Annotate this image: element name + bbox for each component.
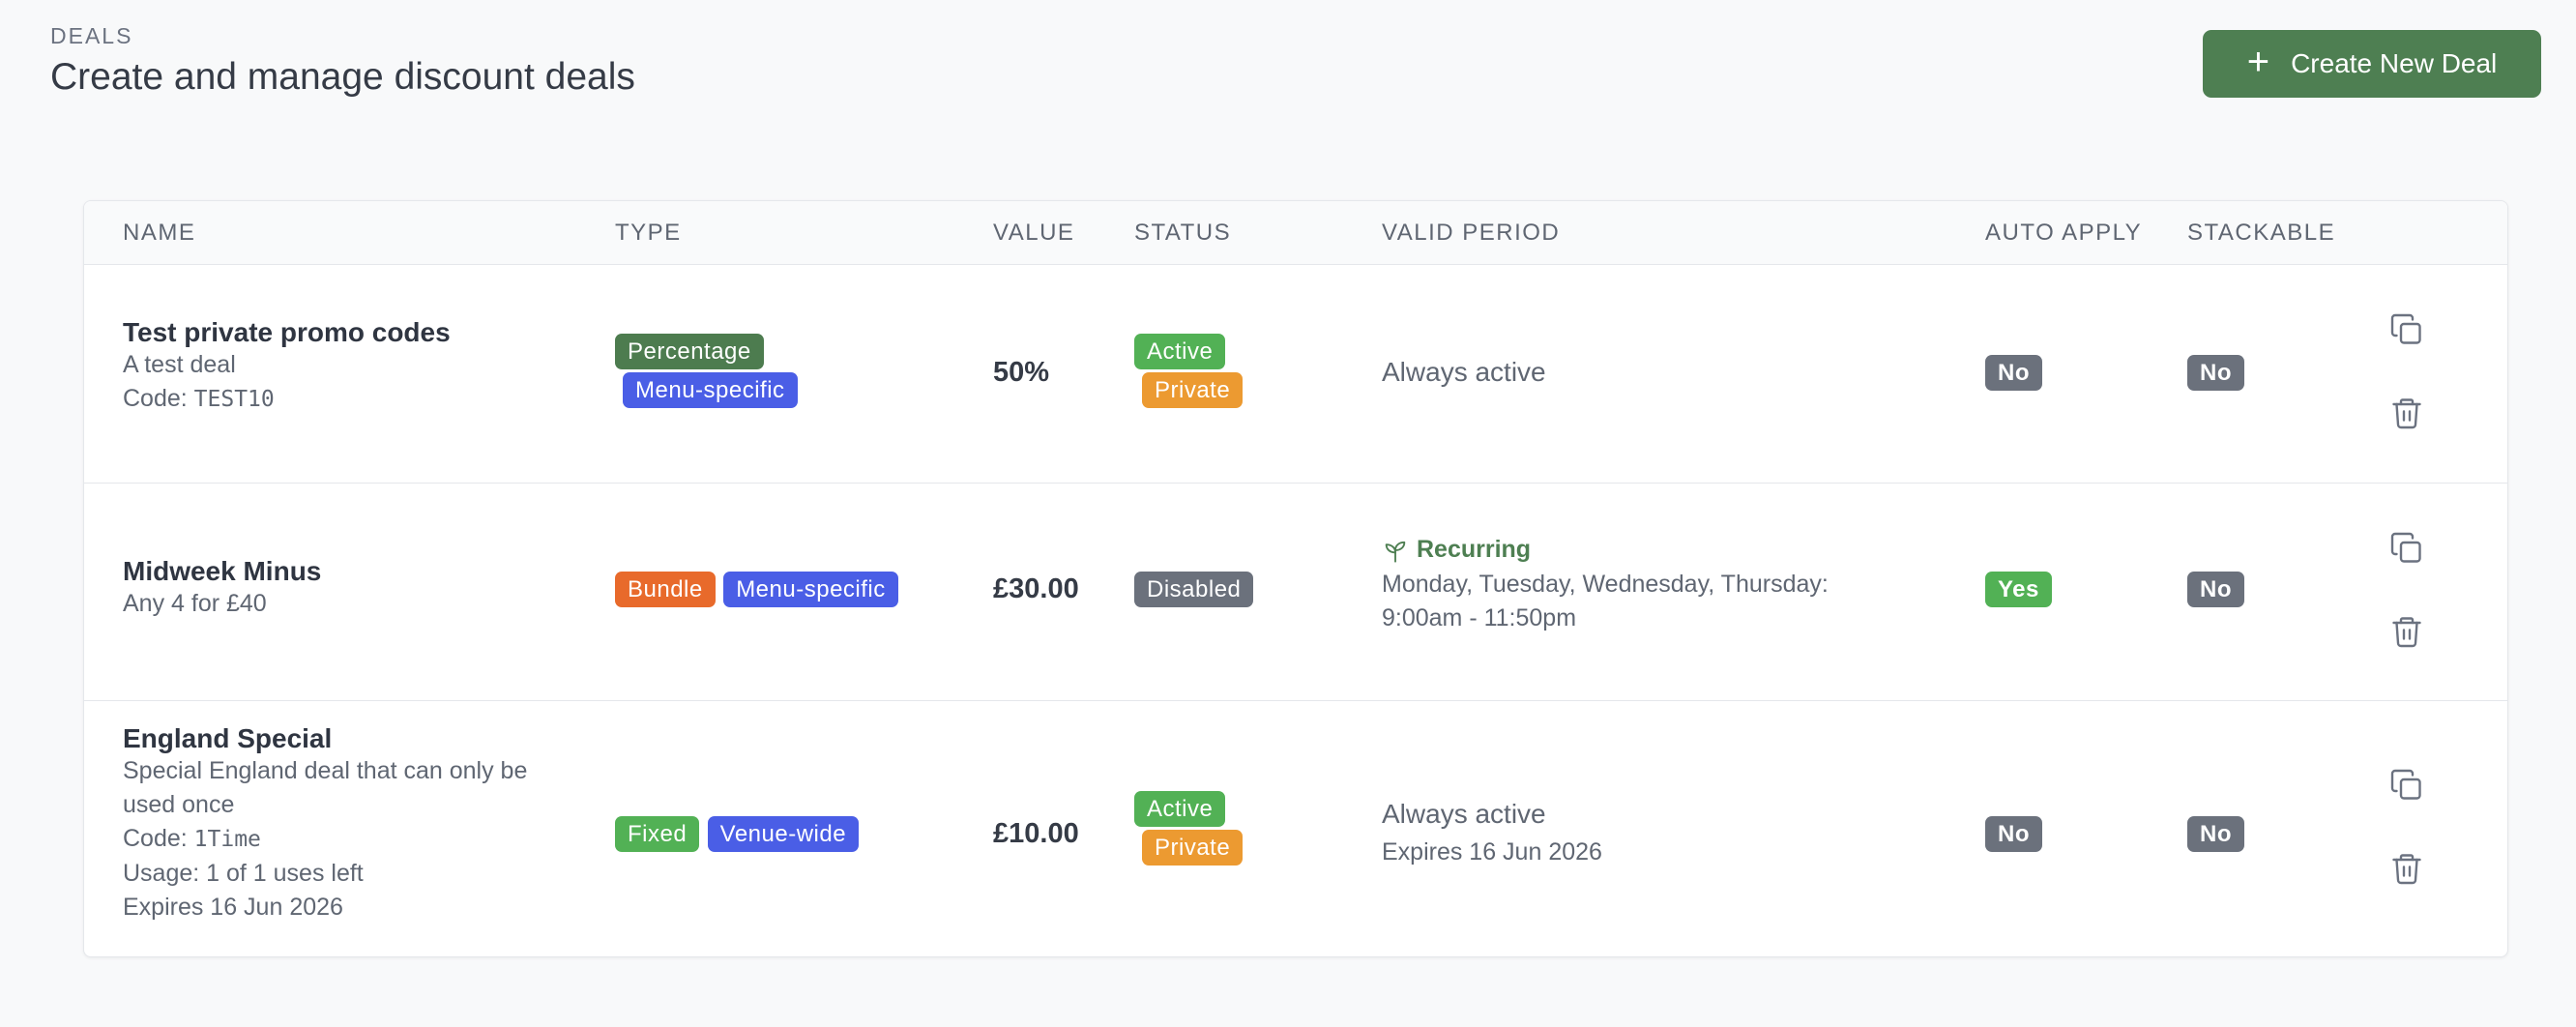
page-title: Create and manage discount deals — [50, 56, 635, 98]
deal-name: Test private promo codes — [123, 317, 451, 347]
status-badge-active: Active — [1134, 791, 1226, 827]
deal-expires: Expires 16 Jun 2026 — [123, 894, 343, 921]
type-badge-menu-specific: Menu-specific — [723, 572, 898, 607]
deal-code-label: Code: — [123, 385, 194, 412]
deal-code-value: TEST10 — [193, 387, 275, 412]
auto-apply-badge: No — [1985, 816, 2042, 852]
deal-description-cont: used once — [123, 791, 235, 818]
deal-value: £10.00 — [993, 818, 1079, 849]
deal-value: £30.00 — [993, 573, 1079, 604]
copy-icon[interactable] — [2389, 768, 2424, 803]
table-header: NAME TYPE VALUE STATUS VALID PERIOD AUTO… — [84, 201, 2507, 265]
page-eyebrow: DEALS — [50, 23, 133, 48]
trash-icon[interactable] — [2389, 851, 2424, 886]
auto-apply-badge: Yes — [1985, 572, 2052, 607]
type-badge-fixed: Fixed — [615, 816, 700, 852]
copy-icon[interactable] — [2389, 312, 2424, 347]
recurring-label: Recurring — [1417, 536, 1532, 563]
period-expires: Expires 16 Jun 2026 — [1382, 838, 1602, 866]
valid-period: Always active — [1382, 799, 1546, 829]
type-badge-bundle: Bundle — [615, 572, 716, 607]
trash-icon[interactable] — [2389, 396, 2424, 430]
recurring-indicator: Recurring — [1382, 536, 1829, 564]
deal-code-value: 1Time — [193, 827, 261, 852]
deals-table: NAME TYPE VALUE STATUS VALID PERIOD AUTO… — [83, 200, 2508, 957]
deal-description: A test deal — [123, 351, 236, 378]
plus-icon: + — [2246, 41, 2270, 83]
column-header-valid-period: VALID PERIOD — [1382, 220, 1561, 246]
column-header-name: NAME — [123, 220, 196, 246]
column-header-value: VALUE — [993, 220, 1075, 246]
table-row: Midweek Minus Any 4 for £40 Bundle Menu-… — [84, 483, 2507, 701]
deal-code: Code: 1Time — [123, 822, 527, 857]
table-row: Test private promo codes A test deal Cod… — [84, 264, 2507, 484]
deal-value: 50% — [993, 357, 1050, 388]
sprout-icon — [1382, 537, 1409, 564]
stackable-badge: No — [2187, 572, 2244, 607]
column-header-type: TYPE — [615, 220, 682, 246]
deal-code: Code: TEST10 — [123, 382, 451, 417]
create-new-deal-button[interactable]: + Create New Deal — [2203, 30, 2541, 98]
status-badge-private: Private — [1142, 830, 1244, 866]
valid-period: Always active — [1382, 357, 1546, 387]
status-badge-private: Private — [1142, 372, 1244, 408]
stackable-badge: No — [2187, 355, 2244, 391]
deal-usage: Usage: 1 of 1 uses left — [123, 860, 364, 887]
type-badge-venue-wide: Venue-wide — [707, 816, 860, 852]
deal-name: Midweek Minus — [123, 556, 322, 586]
period-hours: 9:00am - 11:50pm — [1382, 604, 1577, 631]
copy-icon[interactable] — [2389, 531, 2424, 566]
type-badge-percentage: Percentage — [615, 334, 764, 369]
table-row: England Special Special England deal tha… — [84, 700, 2507, 956]
column-header-auto-apply: AUTO APPLY — [1985, 220, 2143, 246]
deal-name: England Special — [123, 723, 333, 753]
deal-code-label: Code: — [123, 825, 194, 852]
create-new-deal-label: Create New Deal — [2291, 48, 2498, 78]
trash-icon[interactable] — [2389, 614, 2424, 649]
type-badge-menu-specific: Menu-specific — [623, 372, 798, 408]
column-header-stackable: STACKABLE — [2187, 220, 2336, 246]
period-days: Monday, Tuesday, Wednesday, Thursday: — [1382, 571, 1829, 598]
auto-apply-badge: No — [1985, 355, 2042, 391]
status-badge-active: Active — [1134, 334, 1226, 369]
column-header-status: STATUS — [1134, 220, 1232, 246]
deal-description: Special England deal that can only be — [123, 757, 528, 784]
stackable-badge: No — [2187, 816, 2244, 852]
deal-description: Any 4 for £40 — [123, 590, 267, 617]
status-badge-disabled: Disabled — [1134, 572, 1254, 607]
